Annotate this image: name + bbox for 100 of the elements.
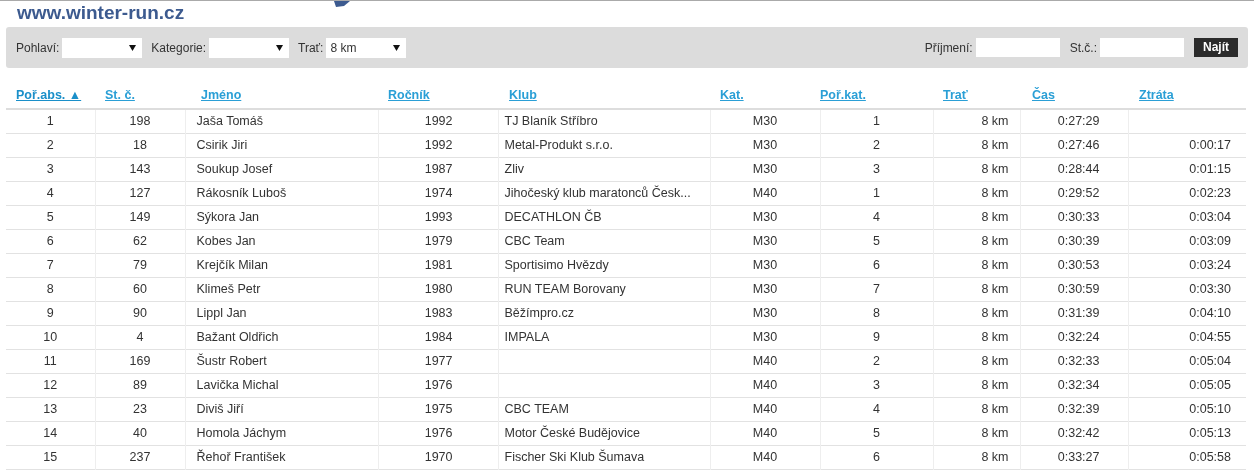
name-cell: Kobes Jan [196, 233, 256, 248]
number-label: St.č.: [1069, 39, 1097, 57]
time-cell: 0:29:52 [1057, 185, 1100, 200]
column-header-link[interactable]: Klub [509, 88, 537, 103]
dropdown-arrow-icon [129, 44, 137, 51]
category-rank-cell: 2 [873, 137, 880, 152]
rank-cell: 11 [43, 353, 57, 368]
time-cell: 0:32:34 [1057, 377, 1100, 392]
column-header-link[interactable]: Ztráta [1139, 88, 1174, 103]
course-select[interactable]: 8 km [326, 37, 407, 58]
column-header-link[interactable]: Čas [1032, 88, 1055, 103]
category-cell: M30 [752, 305, 778, 320]
club-cell: CBC TEAM [504, 401, 569, 416]
gap-cell: 0:05:13 [1189, 425, 1231, 440]
gap-cell: 0:00:17 [1189, 137, 1231, 152]
year-cell: 1984 [424, 329, 453, 344]
club-cell: Metal-Produkt s.r.o. [504, 137, 613, 152]
column-header-link[interactable]: Jméno [201, 88, 242, 103]
gap-cell: 0:05:05 [1189, 377, 1231, 392]
category-rank-cell: 3 [873, 161, 880, 176]
bib-cell: 60 [133, 281, 147, 296]
category-rank-cell: 1 [873, 185, 880, 200]
site-logo[interactable]: www.winter-run.cz [17, 2, 185, 24]
category-rank-cell: 4 [873, 401, 880, 416]
time-cell: 0:32:24 [1057, 329, 1100, 344]
bib-cell: 198 [129, 113, 151, 128]
course-cell: 8 km [981, 257, 1009, 272]
category-cell: M30 [752, 233, 778, 248]
bib-cell: 62 [133, 233, 147, 248]
rank-cell: 15 [43, 449, 58, 464]
rank-cell: 5 [46, 209, 54, 224]
rank-cell: 10 [43, 329, 58, 344]
bib-cell: 143 [129, 161, 151, 176]
bib-cell: 237 [129, 449, 151, 464]
bib-cell: 40 [133, 425, 147, 440]
name-cell: Lippl Jan [196, 305, 247, 320]
gap-cell: 0:03:24 [1189, 257, 1231, 272]
search-button[interactable]: Najít [1194, 38, 1238, 57]
rank-cell: 6 [46, 233, 54, 248]
club-cell: TJ Blaník Stříbro [504, 113, 598, 128]
rank-cell: 14 [43, 425, 58, 440]
course-cell: 8 km [981, 377, 1009, 392]
category-cell: M30 [752, 257, 778, 272]
surname-input[interactable] [975, 38, 1060, 57]
club-cell: IMPALA [504, 329, 550, 344]
category-rank-cell: 6 [873, 449, 880, 464]
gap-cell: 0:03:09 [1189, 233, 1231, 248]
category-cell: M40 [752, 353, 778, 368]
club-cell: Běžímpro.cz [504, 305, 574, 320]
column-header-link[interactable]: Trať [943, 88, 968, 103]
club-cell: Zliv [504, 161, 524, 176]
gap-cell: 0:04:55 [1189, 329, 1231, 344]
gap-cell: 0:02:23 [1189, 185, 1231, 200]
category-cell: M40 [752, 449, 778, 464]
category-rank-cell: 2 [873, 353, 880, 368]
course-cell: 8 km [981, 161, 1009, 176]
club-cell: Motor České Budějovice [504, 425, 640, 440]
year-cell: 1977 [424, 353, 453, 368]
column-header-link[interactable]: Kat. [720, 88, 744, 103]
rank-cell: 2 [46, 137, 54, 152]
time-cell: 0:31:39 [1057, 305, 1100, 320]
column-header-link[interactable]: Poř.abs. ▲ [16, 88, 82, 103]
rank-cell: 1 [46, 113, 54, 128]
category-rank-cell: 8 [873, 305, 880, 320]
category-select[interactable] [209, 37, 290, 58]
course-cell: 8 km [981, 281, 1009, 296]
rank-cell: 7 [46, 257, 54, 272]
surname-label: Příjmení: [924, 39, 973, 57]
gap-cell: 0:05:04 [1189, 353, 1231, 368]
name-cell: Krejčík Milan [196, 257, 269, 272]
dropdown-arrow-icon [393, 44, 401, 51]
category-rank-cell: 7 [873, 281, 880, 296]
year-cell: 1975 [424, 401, 453, 416]
name-cell: Diviš Jiří [196, 401, 244, 416]
column-header-link[interactable]: St. č. [105, 88, 135, 103]
course-cell: 8 km [981, 425, 1009, 440]
year-cell: 1979 [424, 233, 453, 248]
column-header-link[interactable]: Ročník [388, 88, 430, 103]
course-cell: 8 km [981, 113, 1009, 128]
name-cell: Homola Jáchym [196, 425, 287, 440]
gender-select[interactable] [62, 37, 143, 58]
category-cell: M40 [752, 185, 778, 200]
year-cell: 1970 [424, 449, 453, 464]
bib-cell: 23 [133, 401, 147, 416]
category-rank-cell: 6 [873, 257, 880, 272]
year-cell: 1992 [424, 113, 453, 128]
category-cell: M40 [752, 401, 778, 416]
dropdown-arrow-icon [276, 44, 284, 51]
name-cell: Soukup Josef [196, 161, 273, 176]
category-rank-cell: 9 [873, 329, 880, 344]
category-rank-cell: 1 [873, 113, 880, 128]
year-cell: 1980 [424, 281, 453, 296]
bib-cell: 89 [133, 377, 147, 392]
course-cell: 8 km [981, 185, 1009, 200]
number-input[interactable] [1100, 38, 1184, 57]
course-label: Trať: [298, 39, 324, 57]
column-header-link[interactable]: Poř.kat. [820, 88, 866, 103]
bib-cell: 90 [133, 305, 147, 320]
rank-cell: 3 [46, 161, 54, 176]
category-cell: M40 [752, 377, 778, 392]
